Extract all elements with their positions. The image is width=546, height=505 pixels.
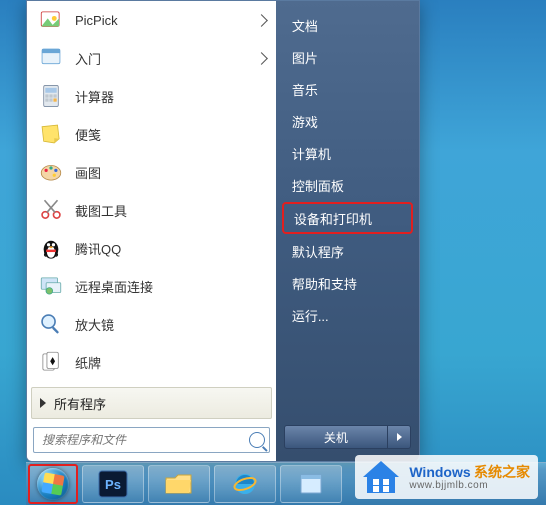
right-item-default-programs[interactable]: 默认程序	[282, 236, 413, 266]
right-item-help-support[interactable]: 帮助和支持	[282, 268, 413, 298]
note-icon	[298, 471, 324, 497]
taskbar-app-explorer[interactable]	[148, 465, 210, 503]
right-item-label: 图片	[292, 48, 318, 67]
ie-icon	[231, 470, 259, 498]
search-box[interactable]	[33, 427, 270, 453]
triangle-right-icon	[397, 433, 402, 441]
cards-icon	[37, 348, 65, 376]
program-item-snipping-tool[interactable]: 截图工具	[27, 191, 276, 229]
program-item-paint[interactable]: 画图	[27, 153, 276, 191]
program-label: 画图	[75, 163, 270, 182]
right-item-music[interactable]: 音乐	[282, 74, 413, 104]
taskbar-app-ie[interactable]	[214, 465, 276, 503]
submenu-arrow-icon	[255, 14, 268, 27]
right-item-label: 文档	[292, 16, 318, 35]
program-label: 腾讯QQ	[75, 239, 270, 258]
remote-desktop-icon	[37, 272, 65, 300]
search-container	[27, 423, 276, 461]
start-menu-right-pane: 文档 图片 音乐 游戏 计算机 控制面板 设备和打印机 默认程序 帮助和支持 运…	[276, 1, 419, 461]
right-item-games[interactable]: 游戏	[282, 106, 413, 136]
program-item-sticky-notes[interactable]: 便笺	[27, 115, 276, 153]
right-item-label: 设备和打印机	[294, 209, 372, 228]
getting-started-icon	[37, 44, 65, 72]
calculator-icon	[37, 82, 65, 110]
start-menu-left-pane: PicPick 入门 计算器 便笺	[27, 1, 276, 461]
program-item-magnifier[interactable]: 放大镜	[27, 305, 276, 343]
program-label: 远程桌面连接	[75, 277, 270, 296]
program-label: 截图工具	[75, 201, 270, 220]
search-input[interactable]	[40, 432, 249, 448]
house-icon	[359, 459, 403, 497]
all-programs-button[interactable]: 所有程序	[31, 387, 272, 419]
submenu-arrow-icon	[255, 52, 268, 65]
folder-icon	[164, 471, 194, 497]
windows-orb-icon	[37, 468, 69, 500]
paint-icon	[37, 158, 65, 186]
watermark-suffix: 系统之家	[474, 464, 530, 480]
start-menu: PicPick 入门 计算器 便笺	[26, 0, 420, 462]
program-item-getting-started[interactable]: 入门	[27, 39, 276, 77]
right-item-devices-printers[interactable]: 设备和打印机	[282, 202, 413, 234]
right-item-run[interactable]: 运行...	[282, 300, 413, 330]
program-label: 便笺	[75, 125, 270, 144]
program-label: 纸牌	[75, 353, 270, 372]
start-button[interactable]	[28, 464, 78, 504]
right-item-computer[interactable]: 计算机	[282, 138, 413, 168]
program-label: 计算器	[75, 87, 270, 106]
program-item-qq[interactable]: 腾讯QQ	[27, 229, 276, 267]
right-item-pictures[interactable]: 图片	[282, 42, 413, 72]
triangle-right-icon	[40, 398, 46, 408]
watermark-brand: Windows	[409, 464, 470, 480]
recent-programs-list: PicPick 入门 计算器 便笺	[27, 1, 276, 387]
shutdown-split-button: 关机	[284, 425, 411, 449]
right-item-label: 运行...	[292, 306, 329, 325]
taskbar-app-photoshop[interactable]: Ps	[82, 465, 144, 503]
program-label: 放大镜	[75, 315, 270, 334]
qq-penguin-icon	[37, 234, 65, 262]
right-item-label: 默认程序	[292, 242, 344, 261]
shutdown-options-button[interactable]	[388, 425, 411, 449]
right-item-control-panel[interactable]: 控制面板	[282, 170, 413, 200]
taskbar-app-notes[interactable]	[280, 465, 342, 503]
shutdown-button[interactable]: 关机	[284, 425, 388, 449]
scissors-icon	[37, 196, 65, 224]
right-item-documents[interactable]: 文档	[282, 10, 413, 40]
right-item-label: 计算机	[292, 144, 331, 163]
program-item-picpick[interactable]: PicPick	[27, 1, 276, 39]
right-item-label: 控制面板	[292, 176, 344, 195]
right-item-label: 帮助和支持	[292, 274, 357, 293]
program-item-remote-desktop[interactable]: 远程桌面连接	[27, 267, 276, 305]
watermark-url: www.bjjmlb.com	[409, 480, 530, 491]
sticky-notes-icon	[37, 120, 65, 148]
program-item-solitaire[interactable]: 纸牌	[27, 343, 276, 381]
all-programs-label: 所有程序	[54, 394, 106, 413]
magnifier-icon	[37, 310, 65, 338]
shutdown-label: 关机	[324, 429, 348, 446]
program-label: 入门	[75, 49, 257, 68]
svg-text:Ps: Ps	[105, 477, 121, 492]
program-item-calculator[interactable]: 计算器	[27, 77, 276, 115]
picpick-icon	[37, 6, 65, 34]
photoshop-icon: Ps	[98, 470, 128, 498]
search-icon	[249, 432, 265, 448]
program-label: PicPick	[75, 13, 257, 28]
right-item-label: 音乐	[292, 80, 318, 99]
right-item-label: 游戏	[292, 112, 318, 131]
watermark: Windows 系统之家 www.bjjmlb.com	[355, 455, 538, 499]
